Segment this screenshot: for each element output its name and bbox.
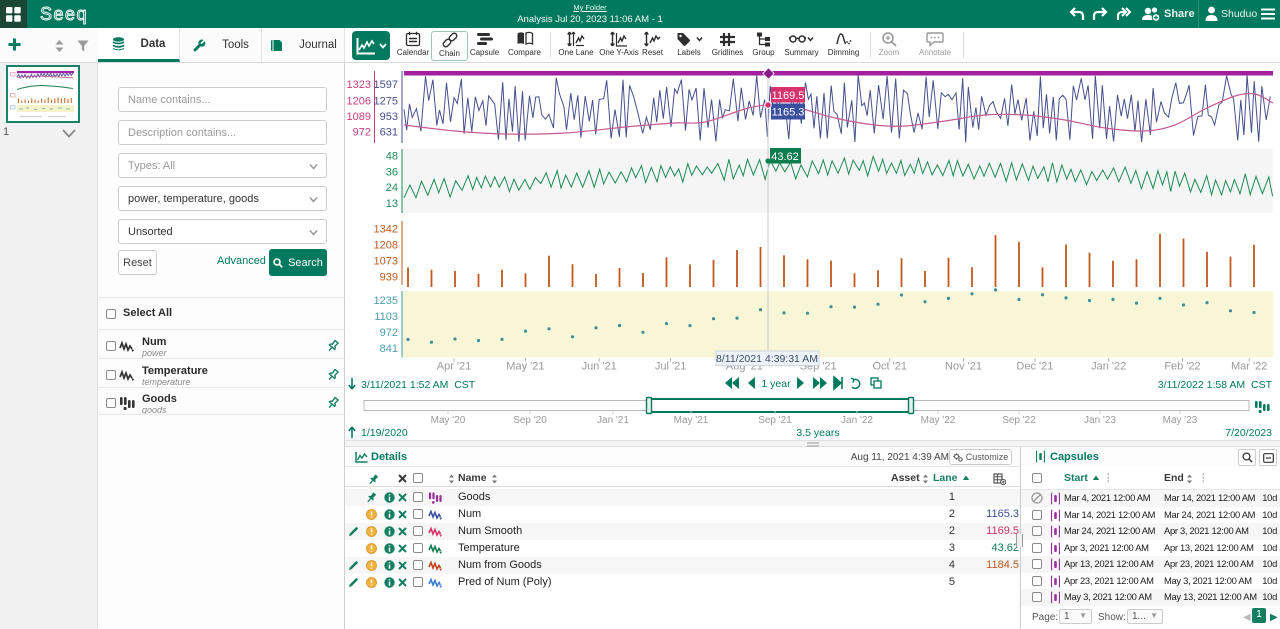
svg-text:Nov '21: Nov '21 xyxy=(945,361,982,373)
svg-text:43.62: 43.62 xyxy=(771,151,799,163)
svg-text:8/11/2021 4:39:31 AM: 8/11/2021 4:39:31 AM xyxy=(716,353,818,365)
svg-text:Dec '21: Dec '21 xyxy=(1016,361,1053,373)
svg-text:24: 24 xyxy=(386,182,398,194)
svg-text:3.5 years: 3.5 years xyxy=(796,427,839,439)
svg-text:1169.5: 1169.5 xyxy=(772,90,805,102)
svg-text:1235: 1235 xyxy=(374,295,398,307)
svg-text:972: 972 xyxy=(353,126,371,138)
svg-text:Apr '21: Apr '21 xyxy=(437,361,472,373)
svg-text:Jun '21: Jun '21 xyxy=(582,361,617,373)
svg-text:841: 841 xyxy=(380,343,398,355)
svg-text:May '21: May '21 xyxy=(674,415,709,426)
svg-text:Jan '21: Jan '21 xyxy=(597,415,629,426)
svg-text:May '22: May '22 xyxy=(921,415,956,426)
svg-text:1208: 1208 xyxy=(374,240,398,252)
svg-text:972: 972 xyxy=(380,327,398,339)
svg-text:Mar '22: Mar '22 xyxy=(1231,361,1267,373)
svg-text:May '20: May '20 xyxy=(431,415,466,426)
svg-text:3/11/2021 1:52 AM CST: 3/11/2021 1:52 AM CST xyxy=(361,379,476,391)
svg-text:3/11/2022 1:58 AM CST: 3/11/2022 1:58 AM CST xyxy=(1158,379,1273,391)
svg-text:Sep '21: Sep '21 xyxy=(758,415,792,426)
svg-text:48: 48 xyxy=(386,150,398,162)
svg-text:Sep '20: Sep '20 xyxy=(513,415,547,426)
svg-text:May '21: May '21 xyxy=(506,361,544,373)
svg-text:Jan '23: Jan '23 xyxy=(1084,415,1116,426)
svg-text:1103: 1103 xyxy=(374,311,398,323)
svg-text:Sep '22: Sep '22 xyxy=(1002,415,1036,426)
svg-text:1323: 1323 xyxy=(347,79,371,91)
svg-text:Oct '21: Oct '21 xyxy=(872,361,907,373)
svg-text:631: 631 xyxy=(380,126,398,138)
svg-text:953: 953 xyxy=(380,111,398,123)
svg-text:7/20/2023: 7/20/2023 xyxy=(1225,427,1272,439)
svg-text:1073: 1073 xyxy=(374,256,398,268)
svg-text:Jan '22: Jan '22 xyxy=(841,415,873,426)
svg-text:36: 36 xyxy=(386,167,398,179)
svg-text:1/19/2020: 1/19/2020 xyxy=(361,427,408,439)
svg-text:13: 13 xyxy=(386,198,398,210)
svg-text:Jul '21: Jul '21 xyxy=(655,361,686,373)
svg-text:Jan '22: Jan '22 xyxy=(1091,361,1126,373)
svg-text:1206: 1206 xyxy=(347,95,371,107)
svg-text:1275: 1275 xyxy=(374,95,398,107)
svg-text:1597: 1597 xyxy=(374,79,398,91)
svg-text:1165.3: 1165.3 xyxy=(772,107,805,119)
svg-text:939: 939 xyxy=(380,272,398,284)
svg-text:1 year: 1 year xyxy=(761,378,791,390)
svg-text:1089: 1089 xyxy=(347,111,371,123)
svg-text:Feb '22: Feb '22 xyxy=(1164,361,1200,373)
svg-text:May '23: May '23 xyxy=(1163,415,1198,426)
svg-text:1342: 1342 xyxy=(374,224,398,236)
